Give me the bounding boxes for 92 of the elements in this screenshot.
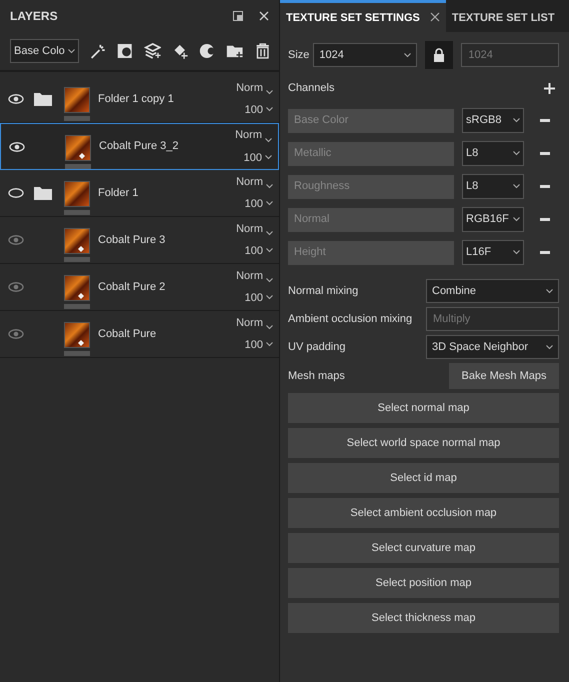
lock-button[interactable] xyxy=(425,41,454,69)
mask-bar xyxy=(64,304,90,309)
caret-icon[interactable] xyxy=(266,325,273,330)
caret-icon xyxy=(513,184,520,189)
select-map-button[interactable]: Select thickness map xyxy=(288,603,559,633)
layer-name: Cobalt Pure 3_2 xyxy=(99,139,178,154)
add-layer-icon[interactable] xyxy=(144,41,162,61)
layer-name: Cobalt Pure xyxy=(98,326,156,342)
caret-icon xyxy=(546,288,553,294)
plus-icon[interactable] xyxy=(544,82,555,94)
channel-format-select[interactable]: RGB16F xyxy=(462,207,524,232)
layer-row[interactable]: Cobalt Pure 3 Norm 100 xyxy=(0,217,279,264)
setting-select[interactable]: 3D Space Neighbor xyxy=(426,335,559,359)
section-label: Mesh maps xyxy=(288,368,345,384)
panel-tab[interactable]: TEXTURE SET SETTINGS xyxy=(280,0,446,32)
channel-format-select[interactable]: L8 xyxy=(462,174,524,199)
mask-bar xyxy=(64,257,90,262)
panel-title: LAYERS xyxy=(10,8,58,25)
blend-mode-select[interactable]: Norm xyxy=(236,80,263,96)
caret-icon xyxy=(546,344,553,350)
mask-bar xyxy=(64,351,90,356)
mask-bar xyxy=(64,116,90,121)
caret-icon xyxy=(513,118,520,123)
lock-icon xyxy=(433,48,446,62)
blend-mode-select[interactable]: Norm xyxy=(235,127,262,144)
caret-icon[interactable] xyxy=(266,231,273,236)
caret-icon[interactable] xyxy=(266,184,273,189)
opacity-select[interactable]: 100 xyxy=(244,102,263,118)
select-map-button[interactable]: Select position map xyxy=(288,568,559,598)
caret-icon xyxy=(513,217,520,222)
caret-icon[interactable] xyxy=(266,278,273,283)
select-map-button[interactable]: Select curvature map xyxy=(288,533,559,563)
opacity-select[interactable]: 100 xyxy=(244,150,262,166)
layer-name: Cobalt Pure 3 xyxy=(98,232,166,248)
caret-icon[interactable] xyxy=(265,138,272,142)
size-label: Size xyxy=(288,48,310,63)
layer-row[interactable]: Folder 1 Norm 100 xyxy=(0,170,279,217)
opacity-select[interactable]: 100 xyxy=(244,337,263,354)
select-map-button[interactable]: Select world space normal map xyxy=(288,428,559,458)
caret-icon xyxy=(68,48,75,54)
texture-thumbnail xyxy=(64,322,90,348)
setting-label: Normal mixing xyxy=(288,284,360,299)
mask-bar xyxy=(64,210,90,215)
close-icon[interactable] xyxy=(259,11,269,21)
select-map-button[interactable]: Select normal map xyxy=(288,393,559,423)
trash-icon[interactable] xyxy=(254,41,272,61)
layer-row[interactable]: Cobalt Pure 2 Norm 100 xyxy=(0,264,279,311)
caret-icon[interactable] xyxy=(266,342,273,347)
opacity-select[interactable]: 100 xyxy=(244,290,263,306)
texture-thumbnail xyxy=(64,181,90,207)
mask-bar xyxy=(65,164,91,168)
texture-thumbnail xyxy=(64,87,90,113)
setting-label: Ambient occlusion mixing xyxy=(288,312,414,327)
layer-row[interactable]: Cobalt Pure 3_2 Norm 100 xyxy=(0,123,279,170)
setting-select[interactable]: Combine xyxy=(426,279,559,303)
layer-name: Cobalt Pure 2 xyxy=(98,280,166,295)
caret-icon[interactable] xyxy=(266,201,273,206)
opacity-select[interactable]: 100 xyxy=(244,196,263,212)
texture-thumbnail xyxy=(65,134,91,160)
texture-thumbnail xyxy=(64,275,90,301)
undock-icon[interactable] xyxy=(233,11,243,21)
caret-icon xyxy=(513,151,520,156)
size-select[interactable]: 1024 xyxy=(313,43,418,67)
caret-icon[interactable] xyxy=(266,90,273,95)
blend-mode-select[interactable]: Norm xyxy=(236,220,263,237)
layer-name: Folder 1 copy 1 xyxy=(98,92,174,107)
blend-mode-select[interactable]: Norm xyxy=(236,174,263,190)
caret-icon xyxy=(404,52,412,58)
close-icon[interactable] xyxy=(430,12,440,22)
eye-outline-icon[interactable] xyxy=(8,188,24,198)
channel-format-select[interactable]: L8 xyxy=(462,141,524,166)
setting-label: UV padding xyxy=(288,340,346,355)
folder-icon xyxy=(34,186,52,200)
channel-select[interactable]: Base Colo xyxy=(10,39,79,63)
caret-icon[interactable] xyxy=(266,295,273,300)
caret-icon xyxy=(513,250,520,255)
caret-icon[interactable] xyxy=(266,107,273,112)
caret-icon[interactable] xyxy=(265,154,272,160)
section-label: Channels xyxy=(288,80,334,96)
folder-icon xyxy=(34,92,52,106)
blend-mode-select[interactable]: Norm xyxy=(236,268,263,284)
caret-icon[interactable] xyxy=(266,248,273,253)
channel-format-select[interactable]: L16F xyxy=(462,240,524,265)
bake-mesh-maps-button[interactable]: Bake Mesh Maps xyxy=(449,363,559,389)
texture-thumbnail xyxy=(64,228,90,254)
opacity-select[interactable]: 100 xyxy=(244,243,263,260)
blend-mode-select[interactable]: Norm xyxy=(236,314,263,331)
channel-format-select[interactable]: sRGB8 xyxy=(462,108,524,133)
layer-name: Folder 1 xyxy=(98,186,138,201)
select-map-button[interactable]: Select ambient occlusion map xyxy=(288,498,559,528)
layer-row[interactable]: Cobalt Pure Norm 100 xyxy=(0,311,279,358)
select-map-button[interactable]: Select id map xyxy=(288,463,559,493)
